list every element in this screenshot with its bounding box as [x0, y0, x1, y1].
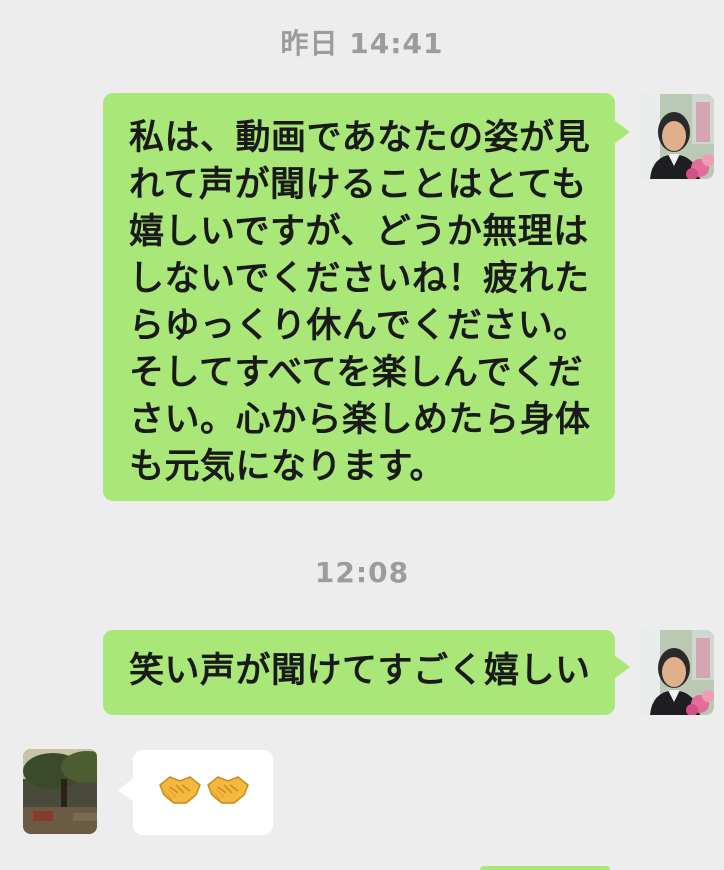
- friend-avatar[interactable]: [23, 749, 97, 834]
- timestamp-today: 12:08: [314, 556, 410, 589]
- bubble-tail: [614, 120, 630, 144]
- handshake-emoji: [206, 771, 250, 811]
- emoji-row: [158, 771, 250, 811]
- handshake-emoji: [158, 771, 202, 811]
- outgoing-message-bubble[interactable]: 私は、動画であなたの姿が見 れて声が聞けることはとても 嬉しいですが、どうか無理…: [103, 93, 615, 501]
- message-text: 笑い声が聞けてすごく嬉しい: [129, 651, 591, 691]
- incoming-message-bubble[interactable]: [133, 750, 273, 835]
- self-avatar[interactable]: [640, 94, 714, 179]
- outgoing-message-bubble[interactable]: 笑い声が聞けてすごく嬉しい: [103, 630, 615, 715]
- self-avatar[interactable]: [640, 630, 714, 715]
- bubble-tail: [118, 778, 134, 802]
- bubble-tail: [614, 655, 630, 679]
- next-message-peek: [480, 866, 610, 870]
- message-text: 私は、動画であなたの姿が見 れて声が聞けることはとても 嬉しいですが、どうか無理…: [129, 118, 591, 487]
- timestamp-yesterday: 昨日 14:41: [280, 27, 444, 60]
